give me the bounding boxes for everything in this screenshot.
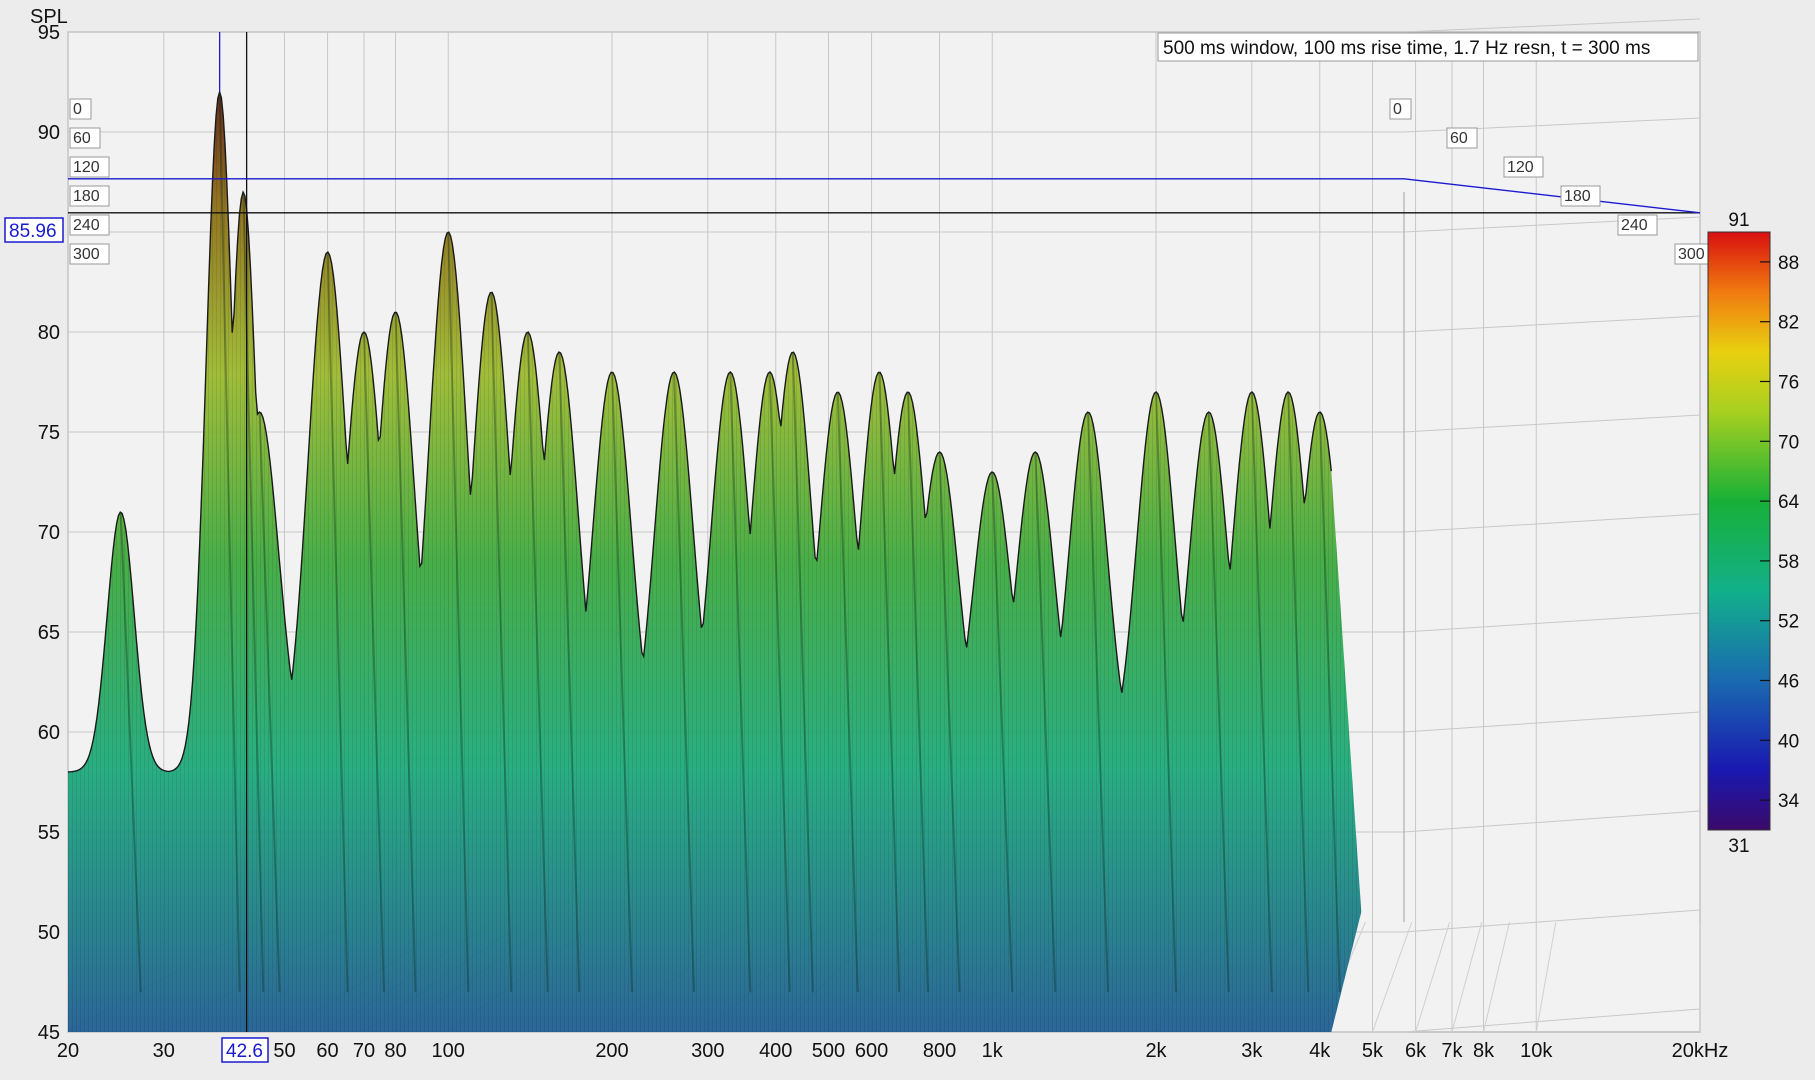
x-tick-label: 400 [759, 1040, 792, 1062]
y-axis-title: SPL [30, 6, 68, 28]
color-scale-tick-label: 82 [1778, 313, 1799, 334]
x-tick-label: 6k [1405, 1040, 1427, 1062]
x-tick-label: 600 [855, 1040, 888, 1062]
x-tick-label: 1k [982, 1040, 1004, 1062]
x-tick-label: 20 [57, 1040, 79, 1062]
y-grid-perspective [1403, 18, 1701, 33]
color-scale-tick-label: 34 [1778, 791, 1800, 812]
time-label-left: 0 [73, 101, 82, 118]
y-tick-label: 70 [38, 522, 60, 544]
color-scale-tick-label: 64 [1778, 492, 1800, 513]
x-tick-label: 30 [153, 1040, 175, 1062]
color-scale-tick-label: 46 [1778, 672, 1799, 693]
time-label-right: 60 [1450, 130, 1468, 147]
x-tick-label: 2k [1145, 1040, 1167, 1062]
x-tick-label: 70 [353, 1040, 375, 1062]
x-tick-label: 500 [812, 1040, 845, 1062]
color-scale-tick-label: 76 [1778, 373, 1799, 394]
time-label-right: 300 [1678, 246, 1705, 263]
time-label-left: 120 [73, 159, 100, 176]
time-label-left: 180 [73, 188, 100, 205]
color-scale-tick-label: 58 [1778, 552, 1799, 573]
y-tick-label: 55 [38, 822, 60, 844]
y-readout: 85.96 [9, 221, 57, 242]
y-axis: 9590858075706560555045 [38, 22, 60, 1044]
time-label-right: 0 [1393, 101, 1402, 118]
x-tick-label: 50 [273, 1040, 295, 1062]
x-tick-label: 800 [923, 1040, 956, 1062]
time-label-left: 240 [73, 217, 100, 234]
color-scale-tick-label: 70 [1778, 432, 1799, 453]
x-tick-label: 200 [595, 1040, 628, 1062]
y-tick-label: 60 [38, 722, 60, 744]
color-scale: 91 31 88 82 76 70 64 58 52 46 40 34 [1707, 210, 1800, 857]
time-label-right: 120 [1507, 159, 1534, 176]
waterfall-chart: 9590858075706560555045 20305060708010020… [4, 6, 1800, 1063]
x-readout-box: 42.6 [221, 1037, 269, 1063]
x-readout: 42.6 [226, 1041, 263, 1062]
time-label-left: 300 [73, 246, 100, 263]
y-tick-label: 50 [38, 922, 60, 944]
x-tick-label: 100 [432, 1040, 465, 1062]
y-tick-label: 75 [38, 422, 60, 444]
x-tick-label: 300 [691, 1040, 724, 1062]
time-label-left: 60 [73, 130, 91, 147]
x-tick-label: 5k [1362, 1040, 1384, 1062]
x-tick-label: 20kHz [1672, 1040, 1729, 1062]
x-tick-label: 3k [1241, 1040, 1263, 1062]
x-tick-label: 60 [316, 1040, 338, 1062]
x-tick-label: 8k [1473, 1040, 1495, 1062]
chart-title-box: 500 ms window, 100 ms rise time, 1.7 Hz … [1157, 32, 1699, 62]
x-axis: 20 30 50 60 70 80 100 200 300 400 500 600 800 1k 2k 3k 4… [57, 1040, 1728, 1062]
y-tick-label: 65 [38, 622, 60, 644]
x-tick-label: 7k [1441, 1040, 1463, 1062]
x-tick-label: 80 [384, 1040, 406, 1062]
chart-title: 500 ms window, 100 ms rise time, 1.7 Hz … [1163, 38, 1650, 59]
x-tick-label: 10k [1520, 1040, 1553, 1062]
color-scale-tick-label: 88 [1778, 253, 1799, 274]
y-readout-box: 85.96 [4, 217, 64, 243]
time-label-right: 180 [1564, 188, 1591, 205]
time-label-right: 240 [1621, 217, 1648, 234]
y-tick-label: 80 [38, 322, 60, 344]
x-tick-label: 4k [1309, 1040, 1331, 1062]
color-scale-max: 91 [1728, 210, 1749, 231]
color-scale-min: 31 [1728, 836, 1749, 857]
y-tick-label: 90 [38, 122, 60, 144]
color-scale-tick-label: 40 [1778, 731, 1799, 752]
color-scale-tick-label: 52 [1778, 612, 1799, 633]
